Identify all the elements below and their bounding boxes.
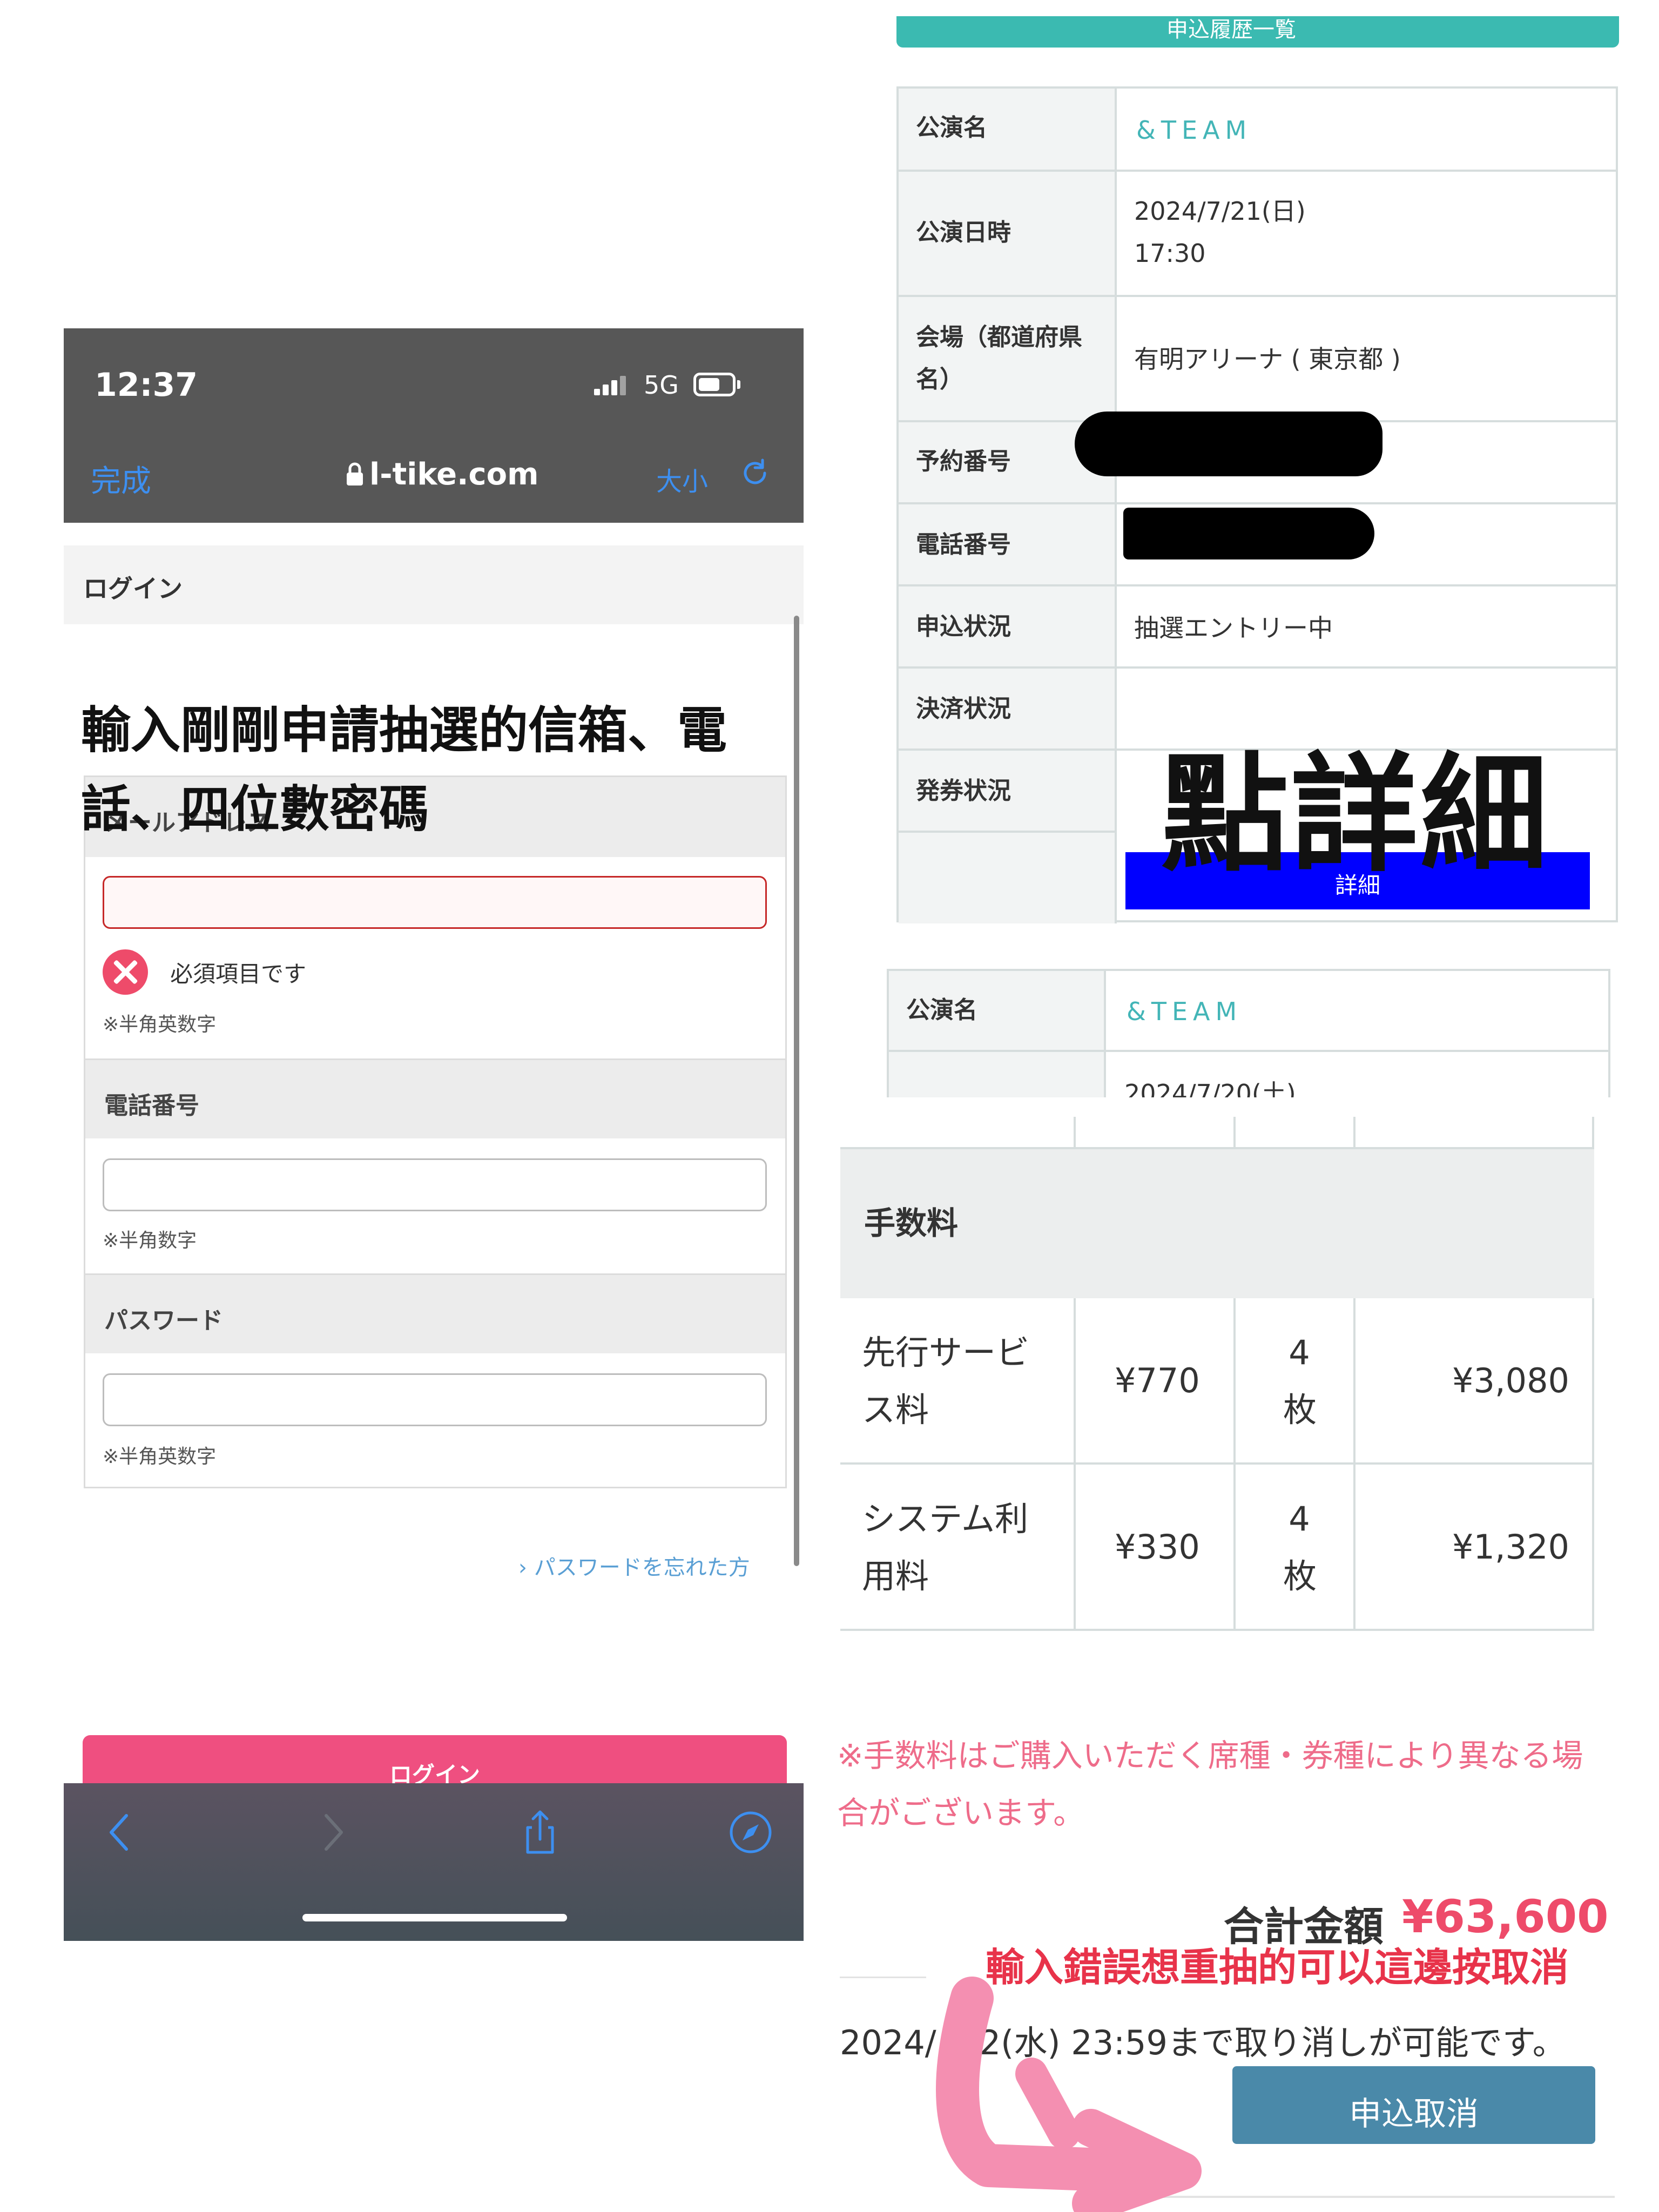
lock-icon [347, 462, 363, 485]
error-icon [103, 949, 148, 995]
redaction-phone-number [1123, 508, 1374, 559]
row-label: 決済状況 [916, 695, 1011, 723]
fee-unit-price: ¥330 [1115, 1527, 1200, 1567]
password-label: パスワード [104, 1307, 223, 1334]
divider [1145, 2196, 1615, 2198]
row-label: 公演名 [916, 114, 987, 141]
row-label: 予約番号 [916, 448, 1011, 475]
row-label: 公演日時 [916, 219, 1011, 246]
cancel-button-label: 申込取消 [1349, 2095, 1479, 2133]
row-label: 発券状況 [916, 777, 1011, 805]
email-error-message: 必須項目です [170, 961, 307, 987]
phone-hint: ※半角数字 [103, 1230, 197, 1252]
cancel-application-button[interactable]: 申込取消 [1232, 2066, 1595, 2144]
row-label-empty [899, 833, 1117, 923]
battery-nub [737, 380, 740, 389]
application-table-2: 公演名 &TEAM 2024/7/20(土) [887, 969, 1610, 1097]
email-hint: ※半角英数字 [103, 1014, 217, 1036]
fee-quantity: 4枚 [1283, 1333, 1317, 1429]
history-list-label: 申込履歴一覧 [1166, 17, 1296, 42]
email-field[interactable] [103, 876, 767, 929]
phone-section-header: 電話番号 [85, 1058, 785, 1138]
fee-subtotal: ¥3,080 [1452, 1361, 1569, 1400]
performance-name-2: &TEAM [1127, 997, 1243, 1026]
status-time: 12:37 [95, 366, 198, 404]
history-list-bar[interactable]: 申込履歴一覧 [896, 16, 1619, 48]
text-size-button[interactable]: 大小 [656, 460, 708, 498]
battery-icon [693, 373, 736, 396]
share-icon[interactable] [516, 1808, 564, 1857]
phone-label: 電話番号 [104, 1092, 199, 1120]
annotation-login-instruction: 輸入剛剛申請抽選的信箱、電話、四位數密碼 [81, 702, 727, 838]
phone-field[interactable] [103, 1158, 767, 1211]
fee-row: 先行サービス料 ¥770 4枚 ¥3,080 [840, 1298, 1594, 1465]
row-datetime-2: 2024/7/20(土) [889, 1052, 1608, 1097]
row-datetime: 公演日時 2024/7/21(日) 17:30 [899, 172, 1616, 297]
reload-icon[interactable] [739, 457, 771, 489]
venue: 有明アリーナ ( 東京都 ) [1134, 345, 1401, 374]
signal-icon [594, 376, 626, 395]
row-performance: 公演名 &TEAM [899, 89, 1616, 172]
row-label: 会場（都道府県名） [916, 323, 1082, 393]
done-button[interactable]: 完成 [91, 457, 151, 501]
back-icon[interactable] [96, 1808, 145, 1857]
fee-subtotal: ¥1,320 [1452, 1527, 1569, 1567]
fee-name: 先行サービス料 [862, 1333, 1030, 1429]
home-indicator [302, 1914, 567, 1921]
performance-name: &TEAM [1136, 116, 1252, 145]
divider [840, 1977, 926, 1978]
forgot-password-link[interactable]: › パスワードを忘れた方 [518, 1550, 750, 1581]
row-application-status: 申込状況 抽選エントリー中 [899, 586, 1616, 669]
fee-row: システム利用料 ¥330 4枚 ¥1,320 [840, 1465, 1594, 1631]
application-status: 抽選エントリー中 [1134, 613, 1333, 643]
page-title: ログイン [83, 574, 183, 603]
url-text: l-tike.com [369, 457, 539, 492]
forgot-password-text: パスワードを忘れた方 [534, 1555, 750, 1580]
row-performance-2: 公演名 &TEAM [889, 971, 1608, 1052]
fees-table: 手数料 先行サービス料 ¥770 4枚 ¥3,080 システム利用料 ¥330 … [840, 1117, 1594, 1631]
fee-disclaimer: ※手数料はご購入いただく席種・券種により異なる場合がございます。 [837, 1737, 1583, 1831]
page-title-bar: ログイン [64, 545, 804, 624]
forward-icon[interactable] [308, 1808, 356, 1857]
chevron-right-icon: › [518, 1555, 527, 1580]
redaction-reservation-number [1075, 412, 1382, 476]
fee-unit-price: ¥770 [1115, 1361, 1200, 1400]
compass-icon[interactable] [726, 1808, 775, 1857]
row-venue: 会場（都道府県名） 有明アリーナ ( 東京都 ) [899, 297, 1616, 422]
fee-name: システム利用料 [862, 1499, 1029, 1596]
fees-heading: 手数料 [864, 1205, 959, 1242]
performance-datetime-2: 2024/7/20(土) [1124, 1079, 1296, 1097]
password-section-header: パスワード [85, 1273, 785, 1353]
network-label: 5G [644, 370, 679, 400]
fee-quantity: 4枚 [1283, 1499, 1317, 1596]
row-label: 公演名 [906, 996, 977, 1024]
row-label: 申込状況 [916, 613, 1011, 640]
password-hint: ※半角英数字 [103, 1446, 217, 1468]
address-bar[interactable]: l-tike.com [346, 457, 538, 492]
fees-header: 手数料 [840, 1147, 1594, 1298]
row-label: 電話番号 [916, 531, 1011, 558]
arrow-annotation-icon [935, 1977, 1202, 2212]
annotation-tap-detail: 點詳細 [1161, 740, 1550, 889]
performance-datetime: 2024/7/21(日) 17:30 [1134, 197, 1306, 268]
password-field[interactable] [103, 1373, 767, 1426]
